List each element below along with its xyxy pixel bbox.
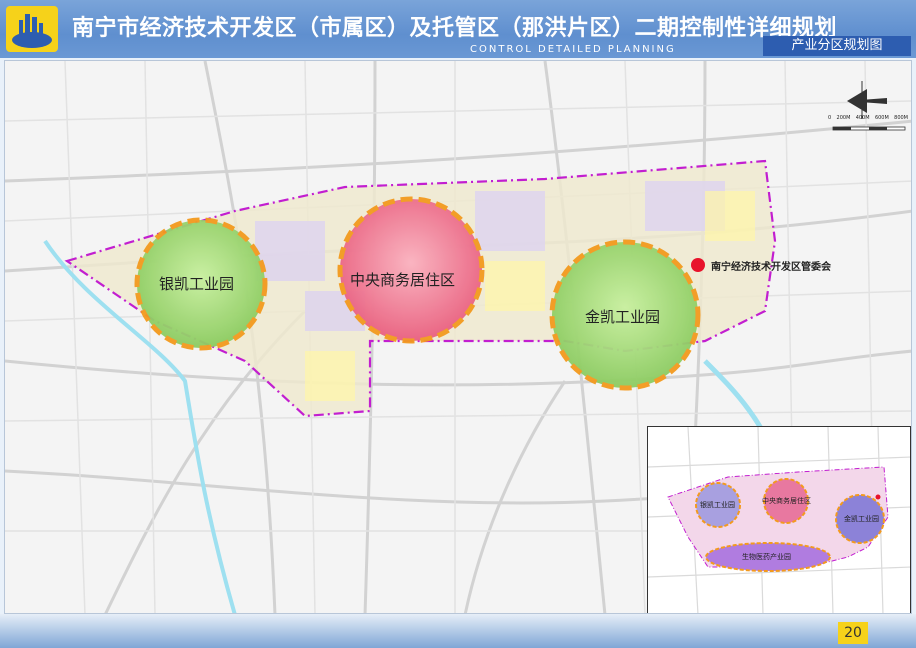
inset-label-biomed: 生物医药产业园 [742, 553, 791, 561]
scale-tick: 0 [828, 115, 832, 121]
section-title: 产业分区规划图 [763, 36, 911, 56]
inset-label-yinkai: 银凯工业园 [700, 501, 735, 509]
main-map[interactable]: 银凯工业园 中央商务居住区 金凯工业园 南宁经济技术开发区管委会 0 200M … [4, 60, 912, 614]
zone-label-cbd: 中央商务居住区 [350, 271, 456, 289]
scale-tick: 600M [874, 115, 889, 121]
inset-label-cbd: 中央商务居住区 [762, 497, 811, 505]
page-frame: 南宁市经济技术开发区（市属区）及托管区（那洪片区）二期控制性详细规划 CONTR… [0, 0, 916, 648]
page-title: 南宁市经济技术开发区（市属区）及托管区（那洪片区）二期控制性详细规划 [72, 16, 838, 41]
north-arrow-icon [847, 81, 887, 119]
header-bar: 南宁市经济技术开发区（市属区）及托管区（那洪片区）二期控制性详细规划 CONTR… [0, 0, 916, 58]
landmark-label: 南宁经济技术开发区管委会 [711, 262, 831, 273]
page-subtitle: CONTROL DETAILED PLANNING [470, 44, 676, 55]
zone-label-jinkai: 金凯工业园 [585, 308, 661, 326]
scale-tick: 400M [855, 115, 870, 121]
inset-label-jinkai: 金凯工业园 [844, 515, 879, 523]
footer-bar [0, 614, 916, 648]
scale-ticks: 0 200M 400M 600M 800M [828, 115, 908, 121]
scale-tick: 200M [836, 115, 851, 121]
scale-tick: 800M [894, 115, 908, 121]
page-number: 20 [838, 622, 868, 644]
landmark-marker-icon[interactable] [691, 258, 705, 272]
zone-label-yinkai: 银凯工业园 [159, 275, 235, 293]
scale-bar [832, 126, 906, 131]
city-logo-icon [6, 6, 58, 52]
overview-inset-map[interactable]: 银凯工业园 中央商务居住区 金凯工业园 生物医药产业园 [647, 426, 911, 613]
